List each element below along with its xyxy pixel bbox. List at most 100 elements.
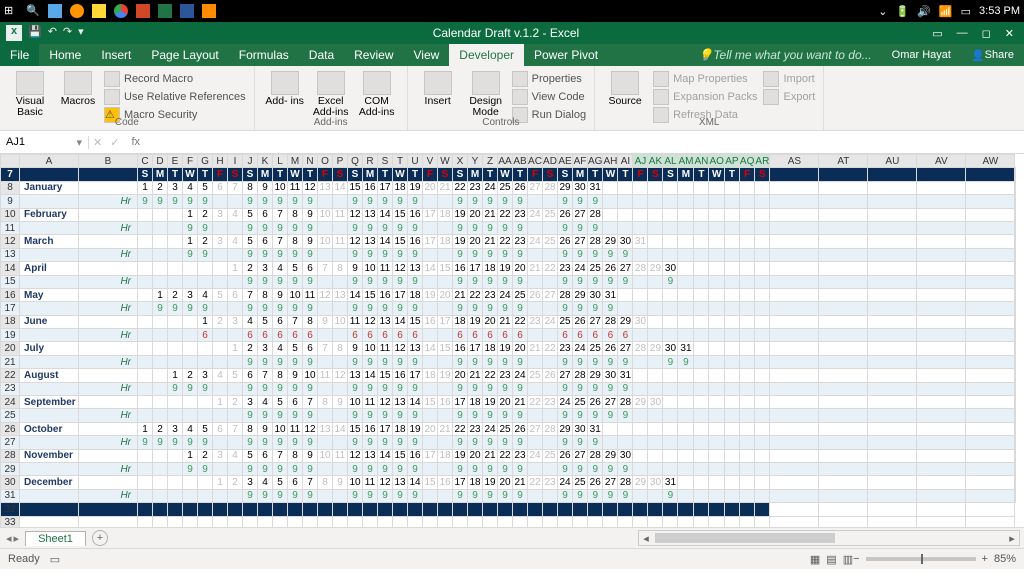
col-header[interactable]: M (288, 155, 303, 168)
share-button[interactable]: 👤 Share (961, 44, 1024, 66)
col-header[interactable]: Y (468, 155, 483, 168)
view-pagebreak-icon[interactable]: ▥ (843, 553, 853, 566)
close-button[interactable]: ✕ (1005, 27, 1014, 40)
start-icon[interactable]: ⊞ (4, 4, 18, 18)
col-header[interactable]: AB (513, 155, 528, 168)
macro-record-icon[interactable]: ▭ (50, 553, 60, 566)
save-icon[interactable]: 💾 (28, 25, 42, 41)
tab-view[interactable]: View (404, 44, 450, 66)
tab-power-pivot[interactable]: Power Pivot (524, 44, 608, 66)
col-header[interactable]: J (243, 155, 258, 168)
firefox-icon[interactable] (70, 4, 84, 18)
col-header[interactable]: AH (603, 155, 618, 168)
col-header[interactable]: AR (755, 155, 770, 168)
sheet-nav-prev-icon[interactable]: ◂ (6, 532, 12, 545)
zoom-out-button[interactable]: − (853, 553, 859, 565)
col-header[interactable]: L (273, 155, 288, 168)
col-header[interactable]: N (303, 155, 318, 168)
media-icon[interactable] (202, 4, 216, 18)
maximize-button[interactable]: ◻ (982, 27, 991, 40)
name-box[interactable]: AJ1 ▾ (0, 136, 89, 149)
volume-icon[interactable]: 🔊 (917, 5, 931, 18)
col-header[interactable]: AP (724, 155, 739, 168)
battery-icon[interactable]: 🔋 (896, 5, 910, 18)
col-header[interactable]: AF (573, 155, 588, 168)
redo-icon[interactable]: ↷ (63, 25, 72, 41)
tab-data[interactable]: Data (299, 44, 344, 66)
col-header[interactable]: S (378, 155, 393, 168)
col-header[interactable]: R (363, 155, 378, 168)
col-header[interactable]: AO (709, 155, 724, 168)
col-header[interactable]: C (138, 155, 153, 168)
zoom-slider[interactable] (866, 557, 976, 561)
network-icon[interactable]: 📶 (939, 5, 953, 18)
zoom-in-button[interactable]: + (982, 553, 988, 565)
col-header[interactable]: E (168, 155, 183, 168)
chevron-up-icon[interactable]: ⌄ (878, 5, 887, 18)
properties-button[interactable]: Properties (512, 71, 586, 87)
ribbon-collapse-icon[interactable]: ▭ (932, 27, 942, 40)
undo-icon[interactable]: ↶ (48, 25, 57, 41)
col-header[interactable]: AS (770, 155, 819, 168)
tab-review[interactable]: Review (344, 44, 403, 66)
new-sheet-button[interactable]: + (92, 530, 108, 546)
horizontal-scrollbar[interactable]: ◂▸ (638, 530, 1020, 546)
fx-icon[interactable]: fx (123, 136, 148, 148)
col-header[interactable]: AW (966, 155, 1015, 168)
col-header[interactable]: AD (543, 155, 558, 168)
explorer-icon[interactable] (92, 4, 106, 18)
col-header[interactable]: V (423, 155, 438, 168)
view-code-button[interactable]: View Code (512, 89, 586, 105)
view-normal-icon[interactable]: ▦ (810, 553, 820, 566)
col-header[interactable]: AU (868, 155, 917, 168)
col-header[interactable]: F (183, 155, 198, 168)
col-header[interactable]: X (453, 155, 468, 168)
col-header[interactable]: W (438, 155, 453, 168)
col-header[interactable]: I (228, 155, 243, 168)
col-header[interactable] (1, 155, 20, 168)
qat-more-icon[interactable]: ▾ (78, 25, 84, 41)
view-layout-icon[interactable]: ▤ (826, 553, 836, 566)
col-header[interactable]: AJ (633, 155, 648, 168)
col-header[interactable]: AV (917, 155, 966, 168)
formula-input[interactable] (148, 135, 1024, 149)
tab-home[interactable]: Home (39, 44, 91, 66)
tab-formulas[interactable]: Formulas (229, 44, 299, 66)
col-header[interactable]: O (318, 155, 333, 168)
col-header[interactable]: AM (678, 155, 694, 168)
col-header[interactable]: K (258, 155, 273, 168)
col-header[interactable]: H (213, 155, 228, 168)
col-header[interactable]: AG (588, 155, 603, 168)
sheet-nav-next-icon[interactable]: ▸ (14, 532, 20, 545)
tab-insert[interactable]: Insert (91, 44, 141, 66)
tab-developer[interactable]: Developer (449, 44, 524, 66)
col-header[interactable]: AA (498, 155, 513, 168)
col-header[interactable]: U (408, 155, 423, 168)
col-header[interactable]: AK (648, 155, 663, 168)
col-header[interactable]: AC (528, 155, 543, 168)
col-header[interactable]: Z (483, 155, 498, 168)
user-name[interactable]: Omar Hayat (882, 44, 961, 66)
taskview-icon[interactable] (48, 4, 62, 18)
powerpoint-icon[interactable] (136, 4, 150, 18)
excel-icon[interactable] (158, 4, 172, 18)
col-header[interactable]: AN (694, 155, 709, 168)
col-header[interactable]: P (333, 155, 348, 168)
search-icon[interactable]: 🔍 (26, 4, 40, 18)
col-header[interactable]: AI (618, 155, 633, 168)
tell-me[interactable]: 💡 Tell me what you want to do... (688, 44, 881, 66)
minimize-button[interactable]: — (957, 27, 968, 40)
col-header[interactable]: T (393, 155, 408, 168)
zoom-controls[interactable]: − + 85% (853, 553, 1016, 565)
col-header[interactable]: D (153, 155, 168, 168)
sheet-tab-active[interactable]: Sheet1 (25, 531, 86, 546)
tab-page-layout[interactable]: Page Layout (141, 44, 228, 66)
col-header[interactable]: AT (819, 155, 868, 168)
action-center-icon[interactable]: ▭ (961, 5, 971, 18)
zoom-level[interactable]: 85% (994, 553, 1016, 565)
record-macro-button[interactable]: Record Macro (104, 71, 246, 87)
chrome-icon[interactable] (114, 4, 128, 18)
col-header[interactable]: AE (558, 155, 573, 168)
col-header[interactable]: AQ (739, 155, 754, 168)
worksheet-grid[interactable]: ABCDEFGHIJKLMNOPQRSTUVWXYZAAABACADAEAFAG… (0, 154, 1024, 527)
